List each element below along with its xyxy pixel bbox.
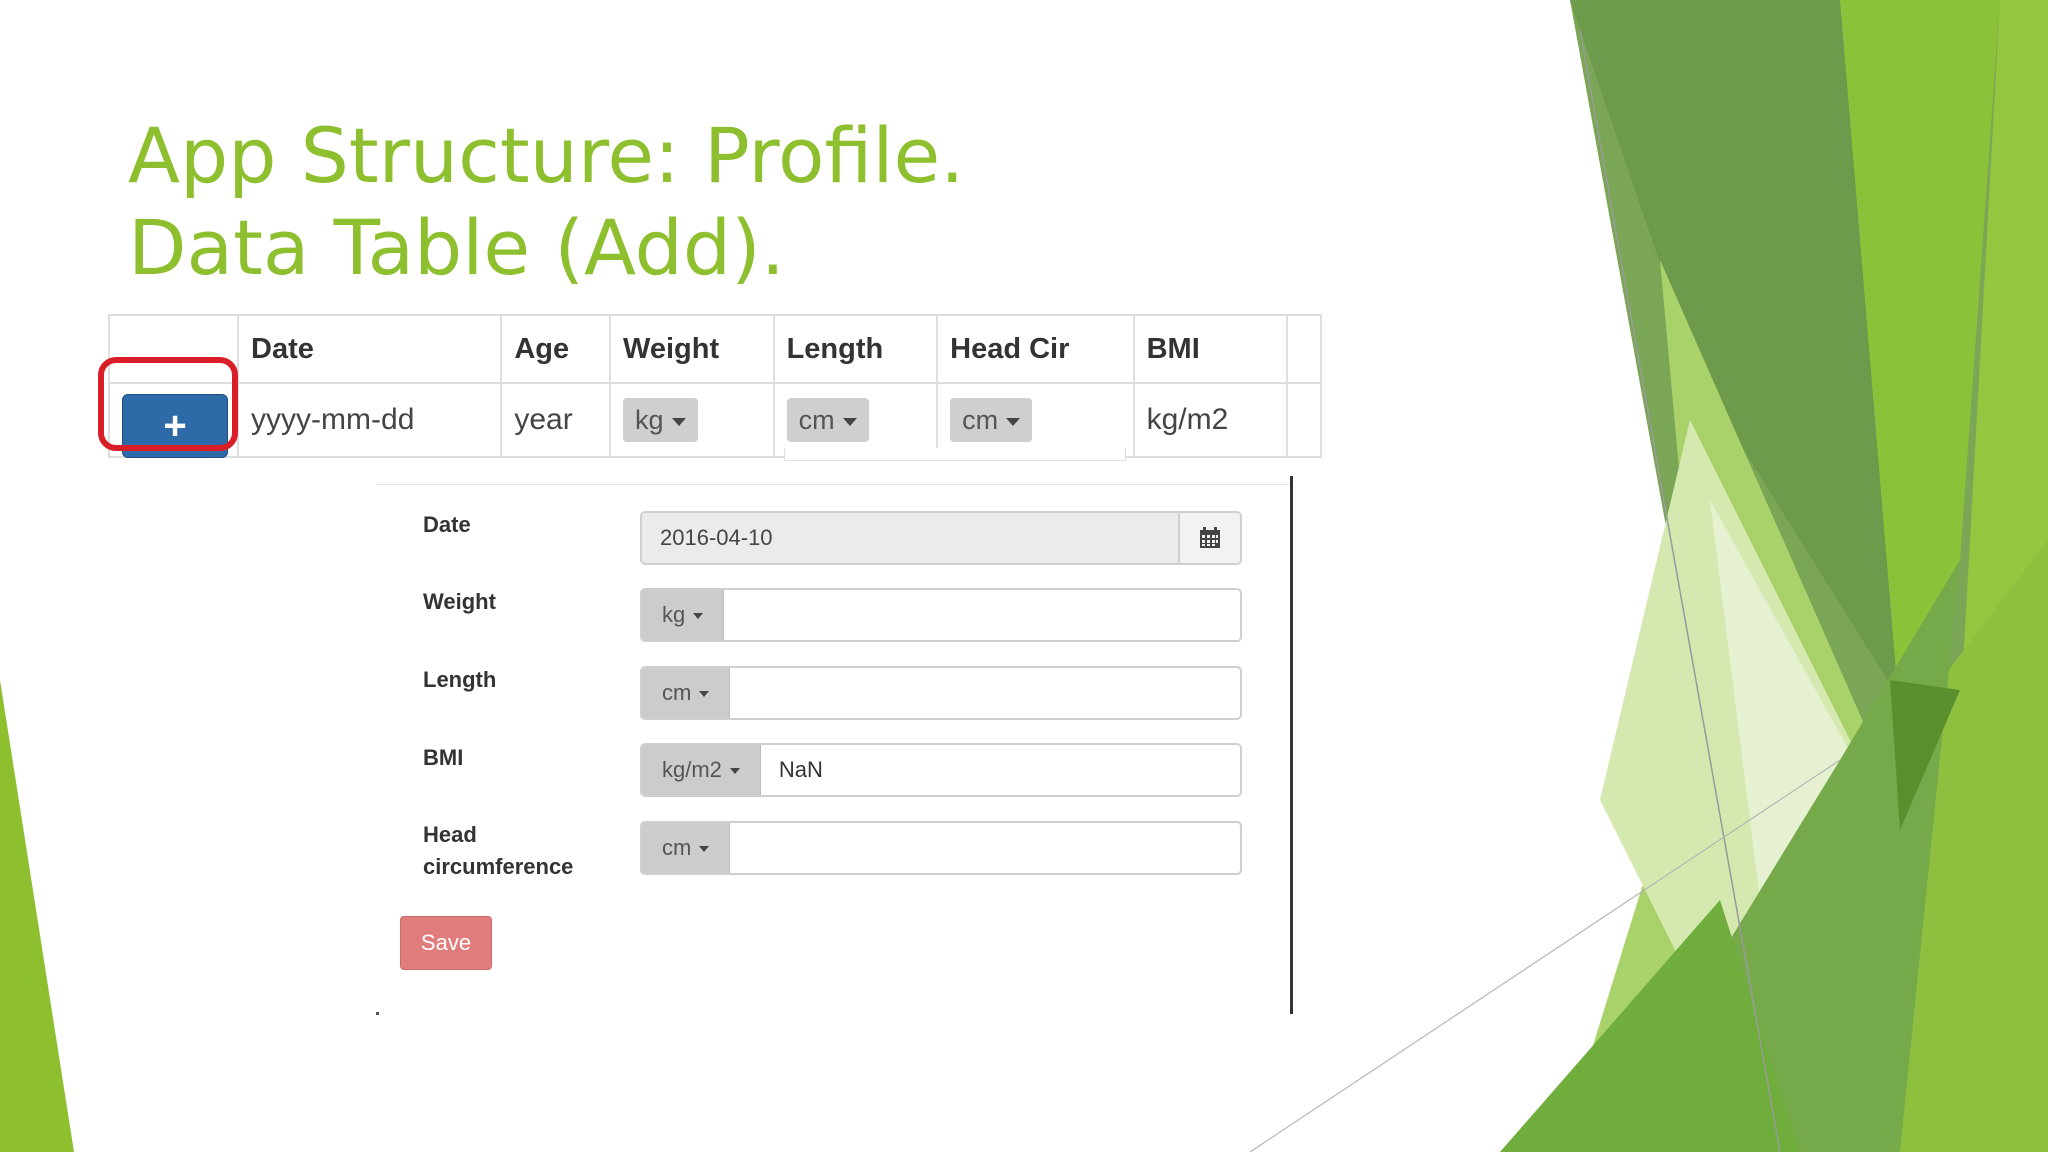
bmi-input[interactable] <box>760 745 1240 795</box>
header-head-cir: Head Cir <box>936 314 1135 384</box>
caret-down-icon <box>842 418 857 426</box>
calendar-icon <box>1200 527 1220 548</box>
caret-down-icon <box>729 768 740 774</box>
dropdown-menu-edge <box>784 448 1126 461</box>
slide: App Structure: Profile. Data Table (Add)… <box>0 0 2048 1152</box>
form-divider <box>376 484 1292 485</box>
length-unit-select[interactable]: cm <box>642 668 731 718</box>
data-table: Date Age Weight Length Head Cir BMI + yy… <box>107 314 1322 458</box>
head-circumference-input[interactable] <box>730 823 1240 873</box>
head-unit-dropdown[interactable]: cm <box>950 398 1033 442</box>
add-cell: + <box>107 382 240 458</box>
date-field <box>640 511 1242 565</box>
length-input[interactable] <box>730 668 1240 718</box>
save-button[interactable]: Save <box>400 916 492 970</box>
weight-cell: kg <box>609 382 775 458</box>
caret-down-icon <box>699 846 710 852</box>
date-input[interactable] <box>642 513 1178 563</box>
length-unit-dropdown[interactable]: cm <box>786 398 869 442</box>
head-label-line-2: circumference <box>423 854 574 879</box>
weight-input[interactable] <box>724 590 1240 640</box>
caret-down-icon <box>1006 418 1021 426</box>
header-age: Age <box>500 314 612 384</box>
caret-down-icon <box>693 613 704 619</box>
length-unit-text: cm <box>662 680 692 705</box>
date-label: Date <box>423 512 471 537</box>
header-bmi: BMI <box>1132 314 1289 384</box>
weight-field: kg <box>640 588 1242 642</box>
stray-mark <box>376 1012 379 1015</box>
bmi-unit-select[interactable]: kg/m2 <box>642 745 761 795</box>
header-extra <box>1286 314 1322 384</box>
table-row: + yyyy-mm-dd year kg cm cm kg/m2 <box>107 382 1322 458</box>
form-border <box>1290 476 1293 1014</box>
length-unit-label: cm <box>798 404 835 435</box>
length-field: cm <box>640 666 1242 720</box>
table-header-row: Date Age Weight Length Head Cir BMI <box>107 314 1322 384</box>
title-line-2: Data Table (Add). <box>128 203 785 292</box>
bmi-field: kg/m2 <box>640 743 1242 797</box>
bmi-unit-text: kg/m2 <box>662 757 722 782</box>
weight-label: Weight <box>423 589 496 614</box>
bmi-label: BMI <box>423 745 464 770</box>
weight-unit-text: kg <box>662 602 686 627</box>
calendar-button[interactable] <box>1178 513 1240 563</box>
weight-unit-dropdown[interactable]: kg <box>623 398 698 442</box>
add-row-button[interactable]: + <box>122 394 228 458</box>
length-label: Length <box>423 667 497 692</box>
extra-cell <box>1286 382 1322 458</box>
age-cell: year <box>500 382 612 458</box>
date-cell[interactable]: yyyy-mm-dd <box>237 382 503 458</box>
head-unit-label: cm <box>962 404 999 435</box>
weight-unit-select[interactable]: kg <box>642 590 725 640</box>
head-circumference-label: Head circumference <box>423 819 573 883</box>
title-line-1: App Structure: Profile. <box>128 111 965 200</box>
caret-down-icon <box>671 418 686 426</box>
length-cell: cm <box>772 382 939 458</box>
header-add <box>107 314 240 384</box>
head-unit-text: cm <box>662 835 692 860</box>
head-circumference-field: cm <box>640 821 1242 875</box>
bmi-cell: kg/m2 <box>1132 382 1289 458</box>
header-length: Length <box>772 314 939 384</box>
head-unit-select[interactable]: cm <box>642 823 731 873</box>
header-date: Date <box>237 314 503 384</box>
head-label-line-1: Head <box>423 822 477 847</box>
header-weight: Weight <box>609 314 775 384</box>
head-cir-cell: cm <box>936 382 1135 458</box>
slide-title: App Structure: Profile. Data Table (Add)… <box>128 110 964 294</box>
weight-unit-label: kg <box>635 404 664 435</box>
caret-down-icon <box>699 691 710 697</box>
